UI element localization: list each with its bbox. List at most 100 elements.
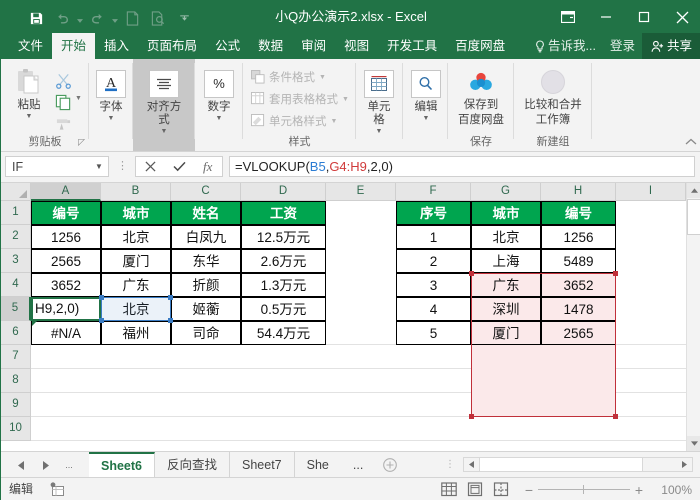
cell-f4[interactable]: 3 <box>396 273 471 297</box>
normal-view-icon[interactable] <box>436 478 462 501</box>
range-handle-br[interactable] <box>613 414 618 419</box>
cell-c6[interactable]: 司命 <box>171 321 241 345</box>
row-header-5[interactable]: 5 <box>1 297 31 321</box>
scroll-left-button[interactable] <box>464 458 479 471</box>
row-header-6[interactable]: 6 <box>1 321 31 345</box>
page-break-view-icon[interactable] <box>488 478 514 501</box>
cancel-formula-button[interactable] <box>136 157 165 176</box>
cell-a4[interactable]: 3652 <box>31 273 101 297</box>
cell-g2[interactable]: 北京 <box>471 225 541 249</box>
paste-caret-icon[interactable]: ▼ <box>7 113 51 120</box>
column-header-b[interactable]: B <box>101 183 171 201</box>
cell-d6[interactable]: 54.4万元 <box>241 321 326 345</box>
cell-f3[interactable]: 2 <box>396 249 471 273</box>
cell-c5[interactable]: 姬蘅 <box>171 297 241 321</box>
column-header-f[interactable]: F <box>396 183 471 201</box>
tab-baidu-netdisk[interactable]: 百度网盘 <box>446 33 514 59</box>
row-header-1[interactable]: 1 <box>1 201 31 225</box>
tab-formulas[interactable]: 公式 <box>206 33 249 59</box>
cell-c3[interactable]: 东华 <box>171 249 241 273</box>
font-button[interactable]: A 字体 ▼ <box>95 69 127 122</box>
select-all-corner[interactable] <box>1 183 31 201</box>
row-header-8[interactable]: 8 <box>1 369 31 393</box>
row-header-4[interactable]: 4 <box>1 273 31 297</box>
cell-f5[interactable]: 4 <box>396 297 471 321</box>
row-header-9[interactable]: 9 <box>1 393 31 417</box>
cell-h3[interactable]: 5489 <box>541 249 616 273</box>
cell-c2[interactable]: 白凤九 <box>171 225 241 249</box>
tab-view[interactable]: 视图 <box>335 33 378 59</box>
number-button[interactable]: % 数字 ▼ <box>203 69 235 122</box>
page-layout-view-icon[interactable] <box>462 478 488 501</box>
cell-c1[interactable]: 姓名 <box>171 201 241 225</box>
cell-d4[interactable]: 1.3万元 <box>241 273 326 297</box>
sheet-tab-sheet7[interactable]: Sheet7 <box>230 452 295 478</box>
sheet-tab-reverse-lookup[interactable]: 反向查找 <box>155 452 231 478</box>
next-sheet-button[interactable] <box>33 452 57 478</box>
zoom-slider[interactable]: − + 100% <box>520 483 695 497</box>
prev-sheet-button[interactable] <box>9 452 33 478</box>
tab-splitter-handle[interactable]: ⋮ <box>437 459 463 470</box>
tab-review[interactable]: 审阅 <box>292 33 335 59</box>
cell-a1[interactable]: 编号 <box>31 201 101 225</box>
range-handle-tl[interactable] <box>469 271 474 276</box>
cell-g3[interactable]: 上海 <box>471 249 541 273</box>
range-handle-bl[interactable] <box>469 414 474 419</box>
tab-file[interactable]: 文件 <box>9 33 52 59</box>
horizontal-scroll-thumb[interactable] <box>479 458 643 471</box>
cell-b2[interactable]: 北京 <box>101 225 171 249</box>
save-to-baidu-button[interactable]: 保存到 百度网盘 <box>451 67 511 127</box>
tab-developer[interactable]: 开发工具 <box>378 33 446 59</box>
name-box-chevron-down-icon[interactable]: ▼ <box>90 162 108 171</box>
scroll-up-button[interactable] <box>687 183 700 198</box>
reference-range-g4-h9[interactable] <box>471 273 616 417</box>
collapse-ribbon-icon[interactable] <box>685 138 697 149</box>
clipboard-dialog-launcher[interactable]: ◸ <box>78 137 85 148</box>
column-header-d[interactable]: D <box>241 183 326 201</box>
cell-b4[interactable]: 广东 <box>101 273 171 297</box>
format-as-table-caret-icon[interactable]: ▼ <box>342 96 349 103</box>
reference-cell-b5[interactable] <box>101 297 171 321</box>
conditional-formatting-caret-icon[interactable]: ▼ <box>319 74 326 81</box>
alignment-caret-icon[interactable]: ▼ <box>145 128 183 135</box>
add-sheet-button[interactable] <box>375 452 405 478</box>
sign-in-button[interactable]: 登录 <box>603 33 642 59</box>
cell-h2[interactable]: 1256 <box>541 225 616 249</box>
scroll-down-button[interactable] <box>687 436 700 451</box>
formula-input[interactable]: =VLOOKUP(B5, G4:H9,2,0) <box>229 156 695 177</box>
zoom-in-button[interactable]: + <box>630 483 648 497</box>
tab-data[interactable]: 数据 <box>249 33 292 59</box>
ref-handle-tl[interactable] <box>99 295 104 300</box>
cells-caret-icon[interactable]: ▼ <box>363 128 395 135</box>
zoom-slider-track[interactable] <box>538 483 630 497</box>
column-header-h[interactable]: H <box>541 183 616 201</box>
row-header-10[interactable]: 10 <box>1 417 31 441</box>
vertical-scrollbar[interactable] <box>686 183 700 451</box>
cell-d5[interactable]: 0.5万元 <box>241 297 326 321</box>
ref-handle-br[interactable] <box>168 318 173 323</box>
sheet-nav-more-button[interactable]: ... <box>57 452 81 478</box>
copy-caret-icon[interactable]: ▼ <box>75 95 82 102</box>
vertical-scroll-thumb[interactable] <box>687 199 700 235</box>
tab-home[interactable]: 开始 <box>52 33 96 59</box>
horizontal-scrollbar[interactable] <box>463 457 693 472</box>
tell-me-search[interactable]: 告诉我... <box>528 33 603 59</box>
insert-function-button[interactable]: fx <box>193 157 222 176</box>
editing-button[interactable]: 编辑 ▼ <box>410 69 442 122</box>
sheet-tab-sheet6[interactable]: Sheet6 <box>89 452 155 478</box>
name-box[interactable]: IF ▼ <box>5 156 109 177</box>
format-as-table-button[interactable]: 套用表格格式 ▼ <box>251 91 349 107</box>
record-macro-icon[interactable] <box>49 482 65 500</box>
cell-styles-button[interactable]: 单元格样式 ▼ <box>251 113 337 129</box>
cell-f1[interactable]: 序号 <box>396 201 471 225</box>
column-header-e[interactable]: E <box>326 183 396 201</box>
cell-g1[interactable]: 城市 <box>471 201 541 225</box>
cell-c4[interactable]: 折颜 <box>171 273 241 297</box>
confirm-formula-button[interactable] <box>165 157 194 176</box>
column-header-c[interactable]: C <box>171 183 241 201</box>
cell-a3[interactable]: 2565 <box>31 249 101 273</box>
cell-f2[interactable]: 1 <box>396 225 471 249</box>
cell-styles-caret-icon[interactable]: ▼ <box>331 118 338 125</box>
ribbon-display-options-icon[interactable] <box>549 1 587 33</box>
column-header-g[interactable]: G <box>471 183 541 201</box>
